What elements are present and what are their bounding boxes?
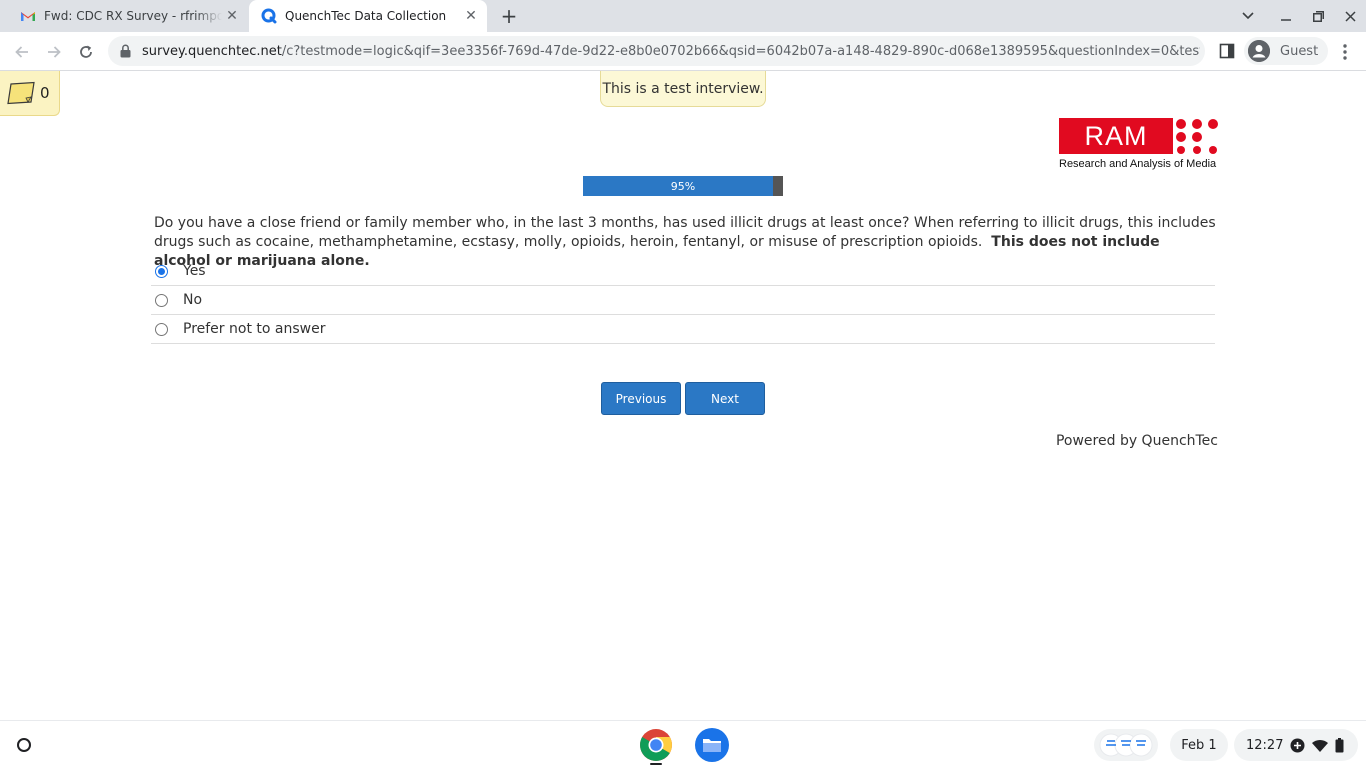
browser-toolbar: survey.quenchtec.net/c?testmode=logic&qi… [0,32,1366,71]
url-host: survey.quenchtec.net [142,43,282,59]
notes-count: 0 [40,84,50,102]
files-app-icon[interactable] [695,728,729,762]
radio-no[interactable] [155,293,168,307]
chrome-running-indicator [650,763,662,765]
profile-button[interactable]: Guest [1244,37,1328,65]
url-path: /c?testmode=logic&qif=3ee3356f-769d-47de… [281,43,1200,59]
ram-logo-tagline: Research and Analysis of Media [1059,158,1217,170]
previous-button[interactable]: Previous [601,382,681,415]
reload-icon[interactable] [72,38,100,66]
sticky-note-icon [7,81,35,105]
ram-logo-text: RAM [1059,118,1173,154]
ram-logo: RAM Research and Analysis of Media [1059,118,1221,172]
option-label[interactable]: No [183,292,202,308]
option-no[interactable]: No [151,286,1215,315]
option-label[interactable]: Yes [183,263,206,279]
gmail-icon [20,8,36,24]
back-icon[interactable] [8,38,36,66]
quenchtec-icon [261,8,277,24]
browser-menu-icon[interactable] [1334,38,1356,66]
launcher-button[interactable] [8,729,40,761]
progress-bar: 95% [583,176,783,196]
guest-avatar-icon [1248,40,1270,62]
ram-logo-dots [1176,119,1218,154]
test-interview-banner: This is a test interview. [600,71,766,107]
wifi-icon [1312,739,1329,752]
address-bar[interactable]: survey.quenchtec.net/c?testmode=logic&qi… [108,36,1205,66]
tab-title: Fwd: CDC RX Survey - rfrimpong [44,9,222,23]
radio-prefer-not-to-answer[interactable] [155,322,168,336]
close-tab-icon[interactable]: ✕ [461,6,481,26]
tab-strip: Fwd: CDC RX Survey - rfrimpong ✕ QuenchT… [0,0,1366,32]
next-button[interactable]: Next [685,382,765,415]
holding-space-icon [1099,733,1153,757]
holding-space-tray[interactable] [1094,729,1158,761]
restore-icon[interactable] [1302,0,1334,32]
close-tab-icon[interactable]: ✕ [222,6,242,26]
battery-icon [1335,737,1344,753]
tab-title: QuenchTec Data Collection [285,9,447,23]
os-shelf: Feb 1 12:27 [0,720,1366,768]
option-label[interactable]: Prefer not to answer [183,321,325,337]
forward-icon[interactable] [40,38,68,66]
lock-icon[interactable] [120,44,134,58]
survey-page: 0 This is a test interview. RAM Research… [0,71,1366,720]
option-yes[interactable]: Yes [151,257,1215,286]
url-text: survey.quenchtec.net/c?testmode=logic&qi… [142,44,1200,59]
date-text: Feb 1 [1181,737,1217,753]
date-tray[interactable]: Feb 1 [1170,729,1228,761]
notes-widget[interactable]: 0 [0,71,60,116]
tab-quenchtec[interactable]: QuenchTec Data Collection ✕ [249,0,487,32]
minimize-icon[interactable] [1270,0,1302,32]
answer-options: Yes No Prefer not to answer [151,257,1215,344]
tab-gmail[interactable]: Fwd: CDC RX Survey - rfrimpong ✕ [8,0,248,32]
radio-yes[interactable] [155,264,168,278]
powered-by-text: Powered by QuenchTec [1055,433,1218,449]
side-panel-icon[interactable] [1218,42,1236,60]
option-prefer-not-to-answer[interactable]: Prefer not to answer [151,315,1215,344]
profile-name: Guest [1280,43,1319,59]
close-window-icon[interactable] [1334,0,1366,32]
new-tab-button[interactable]: + [496,4,522,28]
launcher-icon [17,738,31,752]
progress-label: 95% [670,179,696,193]
chrome-app-icon[interactable] [639,728,673,762]
status-tray[interactable]: 12:27 [1234,729,1358,761]
tab-search-icon[interactable] [1232,0,1264,32]
clock-text: 12:27 [1246,737,1284,753]
add-circle-icon [1290,738,1305,753]
